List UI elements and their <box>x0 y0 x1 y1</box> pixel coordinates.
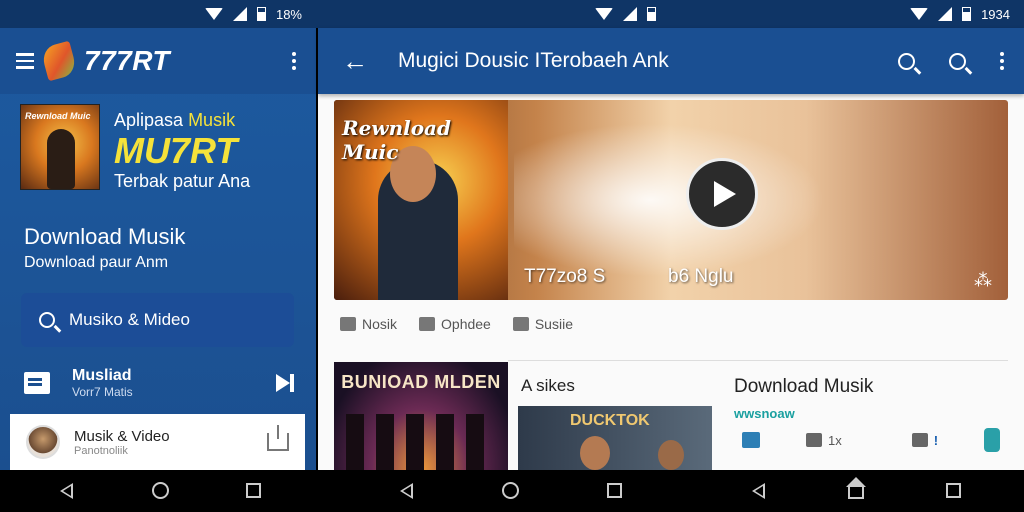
battery-icon <box>962 7 972 21</box>
battery-icon <box>647 7 656 21</box>
music-note-button[interactable] <box>984 428 1001 452</box>
thumbs-up-icon <box>742 432 760 448</box>
status-bar-left: 18% <box>0 0 316 28</box>
app-bar: ← Mugici Dousic ITerobaeh Ank <box>318 28 1024 94</box>
download-subtitle: wwsnoaw <box>734 406 795 421</box>
thumbs-up-icon <box>911 433 928 447</box>
nav-recents-icon[interactable] <box>946 483 961 498</box>
promo-line1: Aplipasa Musik <box>114 110 236 130</box>
featured-left-text: T77zo8 S <box>524 266 606 287</box>
battery-icon <box>256 7 266 21</box>
drawer-card-musik-video[interactable]: Musik & Video Panotnoliik <box>10 414 305 470</box>
dislike-button[interactable]: 1x <box>806 433 842 448</box>
main-panel: ← Mugici Dousic ITerobaeh Ank Rewnload M… <box>318 28 1024 470</box>
nav-home-icon[interactable] <box>502 482 519 499</box>
download-title: Download Musik <box>734 376 874 397</box>
featured-video-card[interactable]: Rewnload Muic T77zo8 S b6 Nglu ⁂ <box>334 100 1008 300</box>
action-row: Nosik Ophdee Susiie <box>340 316 573 332</box>
app-logo-text: 777RT <box>84 45 171 76</box>
featured-poster: Rewnload Muic <box>334 100 508 300</box>
share-icon[interactable] <box>267 425 289 451</box>
nav-recents-icon[interactable] <box>246 483 261 498</box>
comment-icon <box>419 317 436 331</box>
drawer-header: 777RT <box>0 28 316 94</box>
clock: 1934 <box>981 6 1010 22</box>
search-icon[interactable] <box>898 52 915 70</box>
more-icon[interactable]: ⁂ <box>974 270 992 291</box>
system-nav-bar <box>0 470 1024 512</box>
like-button[interactable] <box>742 432 760 448</box>
search-icon <box>39 312 55 328</box>
nav-back-icon[interactable] <box>60 483 73 499</box>
drawer-item-subtitle: Vorr7 Matis <box>72 385 133 399</box>
screen: 18% 1934 777RT Rewnload Muic Aplipasa Mu… <box>0 0 1024 512</box>
download-title: Download Musik <box>24 224 186 249</box>
wifi-icon <box>910 8 929 20</box>
battery-percent: 18% <box>275 6 302 22</box>
status-bar-right: 1934 <box>670 0 1024 28</box>
divider <box>508 360 1008 361</box>
stats-row: 1x ! <box>742 428 1012 452</box>
avatar <box>26 425 60 459</box>
navigation-drawer: 777RT Rewnload Muic Aplipasa Musik MU7RT… <box>0 28 316 470</box>
video-thumbnail-concert[interactable]: BUNIOAD MLDEN <box>334 362 508 470</box>
album-poster: Rewnload Muic <box>20 104 100 190</box>
status-bar-middle <box>316 0 670 28</box>
featured-poster-caption: Rewnload Muic <box>342 116 451 164</box>
download-subtitle: Download paur Anm <box>24 254 169 271</box>
wifi-icon <box>204 8 223 20</box>
more-options-icon[interactable] <box>292 52 296 70</box>
nav-back-icon[interactable] <box>400 483 413 499</box>
signal-icon <box>938 7 953 21</box>
rate-button[interactable]: ! <box>911 433 938 448</box>
mic-icon <box>340 317 356 331</box>
skip-next-icon[interactable] <box>276 374 294 392</box>
card-subtitle: Panotnoliik <box>74 444 128 457</box>
section-label: A sikes <box>521 376 575 395</box>
promo-brand: MU7RT <box>114 130 238 171</box>
more-options-icon[interactable] <box>1000 52 1004 70</box>
nav-home-icon[interactable] <box>846 477 866 499</box>
video-thumbnail-ducktok[interactable]: DUCKTOK <box>518 406 712 470</box>
signal-icon <box>623 7 637 21</box>
back-arrow-icon[interactable]: ← <box>342 46 378 77</box>
thumbnail-caption: DUCKTOK <box>570 412 650 429</box>
thumbs-down-icon <box>512 317 529 331</box>
search-icon-secondary[interactable] <box>949 52 966 70</box>
search-label: Musiko & Mideo <box>69 310 190 329</box>
wifi-icon <box>595 8 613 20</box>
drawer-item-title: Musliad <box>72 367 132 384</box>
search-button[interactable]: Musiko & Mideo <box>21 293 294 347</box>
menu-icon[interactable] <box>16 53 34 69</box>
thumbs-down-icon <box>806 433 822 447</box>
promo-tagline: Terbak patur Ana <box>114 171 251 191</box>
featured-right-text: b6 Nglu <box>668 266 734 287</box>
nav-home-icon[interactable] <box>152 482 169 499</box>
card-title: Musik & Video <box>74 427 170 445</box>
play-button[interactable] <box>686 158 758 230</box>
signal-icon <box>232 7 247 21</box>
action-susiie[interactable]: Susiie <box>512 316 573 332</box>
action-ophdee[interactable]: Ophdee <box>419 316 491 332</box>
app-logo-icon <box>40 40 78 82</box>
music-note-icon <box>984 428 1001 452</box>
action-nosik[interactable]: Nosik <box>340 316 397 332</box>
promo-banner[interactable]: Rewnload Muic Aplipasa Musik MU7RT Terba… <box>20 104 250 192</box>
drawer-item-musliad[interactable]: Musliad Vorr7 Matis <box>24 360 294 406</box>
nav-recents-icon[interactable] <box>607 483 622 498</box>
nav-back-icon[interactable] <box>752 483 765 499</box>
poster-caption: Rewnload Muic <box>25 111 91 121</box>
page-title: Mugici Dousic ITerobaeh Ank <box>398 49 669 72</box>
thumbnail-caption: BUNIOAD MLDEN <box>341 372 501 392</box>
play-icon <box>714 181 736 207</box>
folder-icon <box>24 372 50 394</box>
